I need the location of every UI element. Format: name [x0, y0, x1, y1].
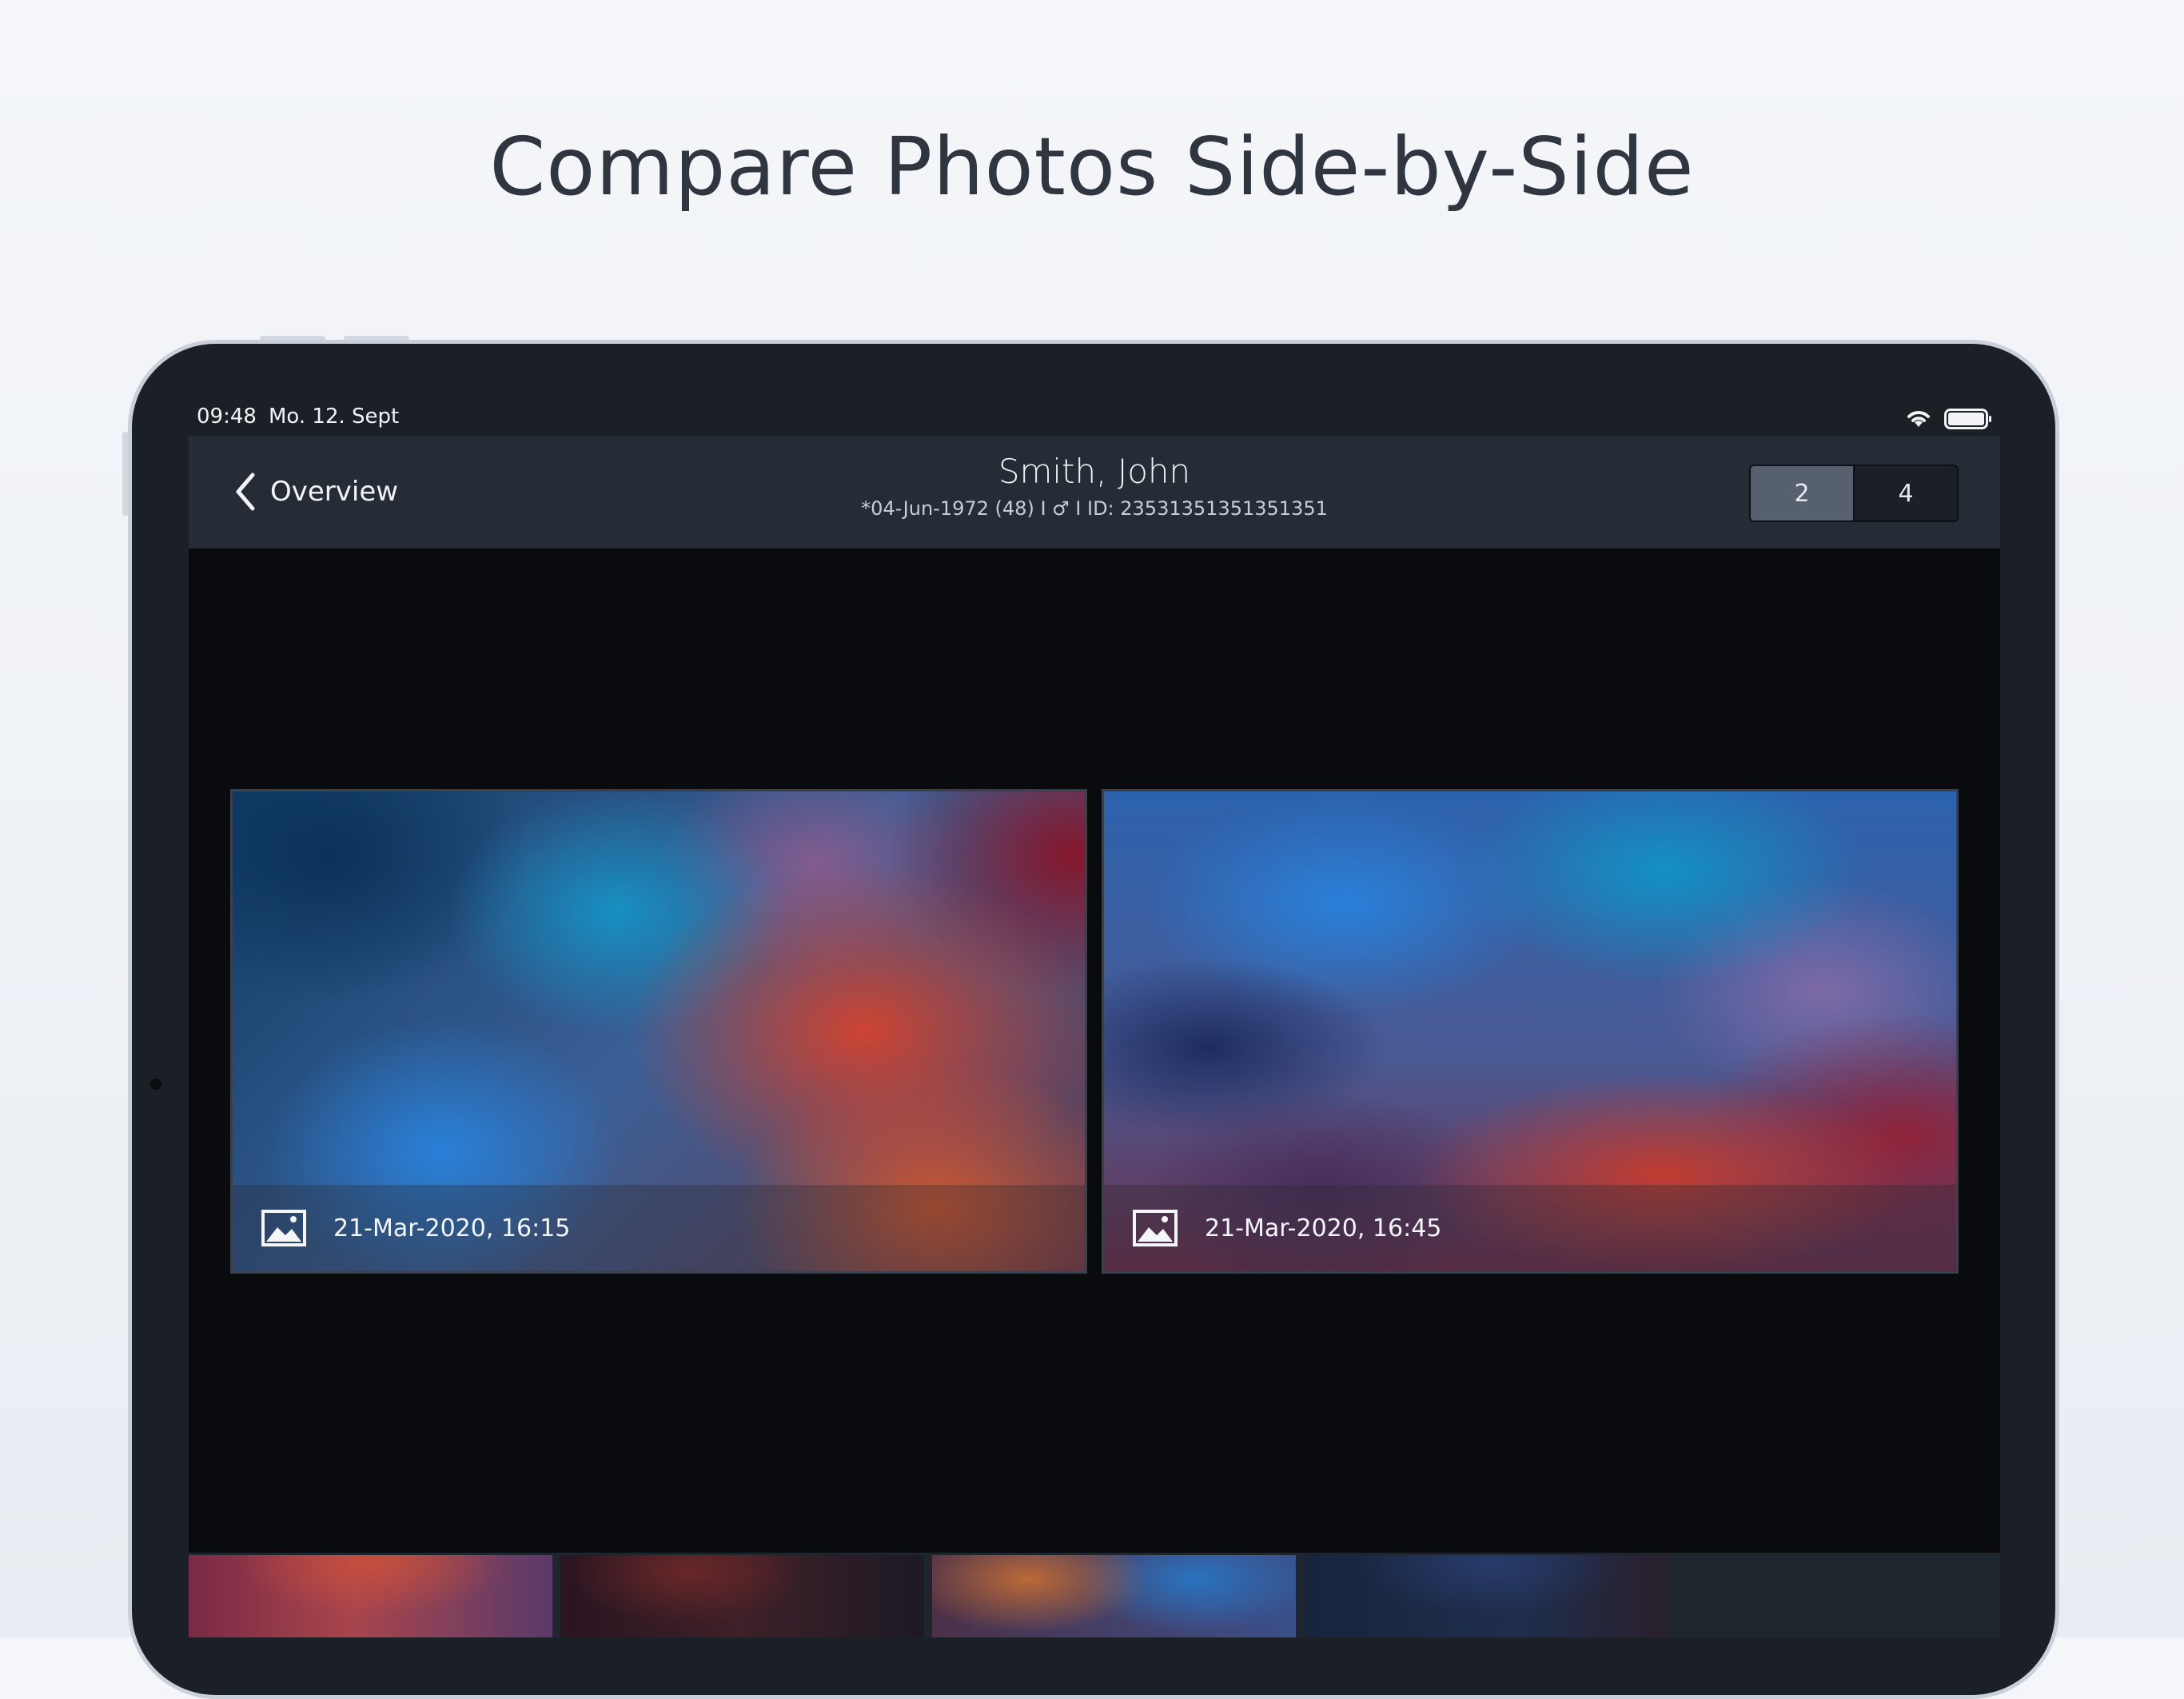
patient-name: Smith, John	[998, 452, 1191, 491]
navigation-bar: Overview Smith, John *04-Jun-1972 (48) I…	[189, 436, 2000, 548]
photo-card-left[interactable]: 21-Mar-2020, 16:15	[230, 789, 1087, 1274]
front-camera	[150, 1079, 161, 1090]
layout-option-2[interactable]: 2	[1751, 466, 1853, 520]
photo-caption: 21-Mar-2020, 16:45	[1104, 1185, 1956, 1271]
status-date: Mo. 12. Sept	[269, 405, 400, 429]
battery-icon	[1944, 409, 1991, 429]
thumbnail-strip	[189, 1553, 2000, 1637]
patient-details: *04-Jun-1972 (48) I ♂ I ID: 235313513513…	[861, 497, 1328, 520]
wifi-icon	[1907, 411, 1930, 427]
image-icon	[1133, 1210, 1178, 1246]
patient-header: Smith, John *04-Jun-1972 (48) I ♂ I ID: …	[189, 452, 2000, 520]
photo-caption: 21-Mar-2020, 16:15	[233, 1185, 1085, 1271]
photo-timestamp: 21-Mar-2020, 16:45	[1205, 1214, 1442, 1242]
app-screen: 09:48 Mo. 12. Sept Overview Smith, John …	[189, 400, 2000, 1637]
status-time: 09:48	[197, 405, 257, 429]
status-bar: 09:48 Mo. 12. Sept	[189, 400, 2000, 436]
thumbnail-3[interactable]	[932, 1555, 1296, 1637]
photo-timestamp: 21-Mar-2020, 16:15	[333, 1214, 571, 1242]
thumbnail-2[interactable]	[560, 1555, 924, 1637]
marketing-headline: Compare Photos Side-by-Side	[489, 120, 1695, 213]
image-icon	[261, 1210, 306, 1246]
thumbnail-4[interactable]	[1304, 1555, 1668, 1637]
layout-segmented-control: 2 4	[1749, 465, 1959, 522]
thumbnail-1[interactable]	[189, 1555, 552, 1637]
layout-option-4[interactable]: 4	[1853, 466, 1957, 520]
photo-card-right[interactable]: 21-Mar-2020, 16:45	[1102, 789, 1959, 1274]
